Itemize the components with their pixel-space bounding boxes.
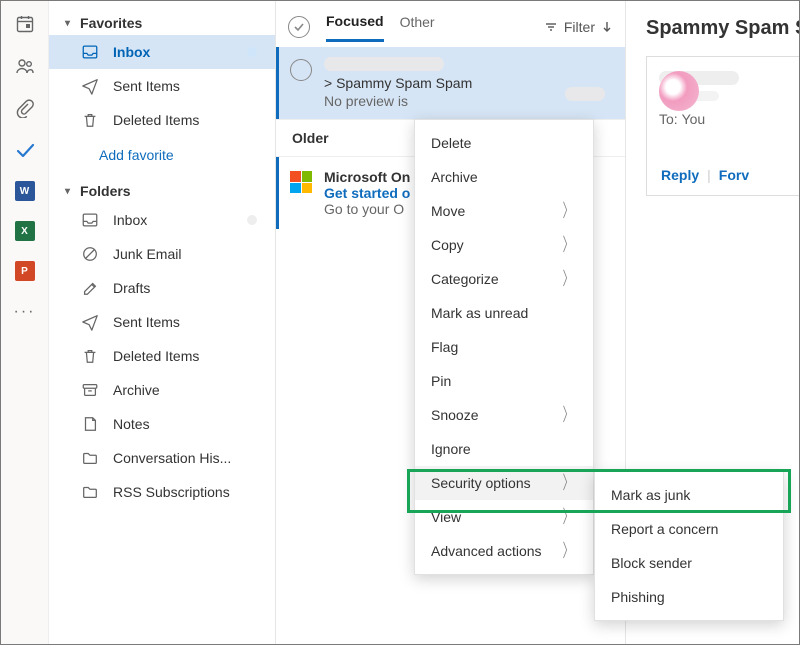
attach-icon[interactable] (14, 97, 36, 119)
folders-header[interactable]: ▾ Folders (49, 177, 275, 203)
favorites-deleted[interactable]: Deleted Items (49, 103, 275, 137)
chevron-down-icon: ▾ (65, 186, 70, 197)
folder-notes[interactable]: Notes (49, 407, 275, 441)
nav-label: Sent Items (113, 314, 180, 330)
message-list-header: Focused Other Filter (276, 1, 625, 47)
unread-dot (247, 215, 257, 225)
nav-label: Sent Items (113, 78, 180, 94)
filter-button[interactable]: Filter (544, 19, 613, 35)
add-favorite-link[interactable]: Add favorite (49, 137, 275, 177)
folder-deleted[interactable]: Deleted Items (49, 339, 275, 373)
recipient-line: To: You (659, 111, 799, 127)
sent-icon (81, 77, 99, 95)
sender-placeholder (324, 57, 444, 71)
unread-dot (247, 47, 257, 57)
select-message-toggle[interactable] (290, 59, 312, 81)
folder-archive[interactable]: Archive (49, 373, 275, 407)
sent-icon (81, 313, 99, 331)
drafts-icon (81, 279, 99, 297)
nav-label: Inbox (113, 212, 147, 228)
trash-icon (81, 111, 99, 129)
nav-label: Conversation His... (113, 450, 231, 466)
folder-conversation-history[interactable]: Conversation His... (49, 441, 275, 475)
ctx-pin[interactable]: Pin (415, 364, 593, 398)
powerpoint-icon[interactable]: P (15, 261, 35, 281)
ctx-view[interactable]: View〉 (415, 500, 593, 534)
folder-rss[interactable]: RSS Subscriptions (49, 475, 275, 509)
sub-report-concern[interactable]: Report a concern (595, 512, 783, 546)
todo-icon[interactable] (14, 139, 36, 161)
reply-button[interactable]: Reply (661, 167, 699, 183)
message-row-selected[interactable]: > Spammy Spam Spam No preview is (276, 47, 625, 119)
notes-icon (81, 415, 99, 433)
inbox-icon (81, 43, 99, 61)
chevron-down-icon: ▾ (65, 18, 70, 29)
folders-label: Folders (80, 183, 131, 199)
people-icon[interactable] (14, 55, 36, 77)
archive-icon (81, 381, 99, 399)
nav-label: RSS Subscriptions (113, 484, 230, 500)
inbox-icon (81, 211, 99, 229)
nav-label: Archive (113, 382, 160, 398)
app-rail: W X P ··· (1, 1, 49, 644)
outlook-window: W X P ··· ▾ Favorites Inbox Sent Items (0, 0, 800, 645)
ctx-move[interactable]: Move〉 (415, 194, 593, 228)
favorites-sent[interactable]: Sent Items (49, 69, 275, 103)
ctx-ignore[interactable]: Ignore (415, 432, 593, 466)
sender-avatar (659, 71, 699, 111)
ctx-snooze[interactable]: Snooze〉 (415, 398, 593, 432)
junk-icon (81, 245, 99, 263)
microsoft-logo-icon (290, 171, 312, 193)
message-header-card: To: You Reply | Forv (646, 56, 799, 196)
sub-block-sender[interactable]: Block sender (595, 546, 783, 580)
nav-label: Inbox (113, 44, 150, 60)
folder-icon (81, 483, 99, 501)
filter-icon (544, 20, 558, 34)
nav-label: Deleted Items (113, 348, 199, 364)
ctx-advanced-actions[interactable]: Advanced actions〉 (415, 534, 593, 568)
nav-label: Notes (113, 416, 150, 432)
folder-drafts[interactable]: Drafts (49, 271, 275, 305)
attachment-placeholder (565, 87, 605, 101)
ctx-flag[interactable]: Flag (415, 330, 593, 364)
folder-icon (81, 449, 99, 467)
folder-junk[interactable]: Junk Email (49, 237, 275, 271)
tab-other[interactable]: Other (400, 14, 435, 40)
favorites-inbox[interactable]: Inbox (49, 35, 275, 69)
more-apps-icon[interactable]: ··· (14, 301, 36, 323)
folder-inbox[interactable]: Inbox (49, 203, 275, 237)
trash-icon (81, 347, 99, 365)
favorites-header[interactable]: ▾ Favorites (49, 9, 275, 35)
calendar-icon[interactable] (14, 13, 36, 35)
tab-focused[interactable]: Focused (326, 13, 384, 42)
nav-label: Drafts (113, 280, 150, 296)
forward-button[interactable]: Forv (719, 167, 749, 183)
sub-mark-as-junk[interactable]: Mark as junk (595, 478, 783, 512)
nav-label: Junk Email (113, 246, 181, 262)
word-icon[interactable]: W (15, 181, 35, 201)
ctx-copy[interactable]: Copy〉 (415, 228, 593, 262)
favorites-label: Favorites (80, 15, 142, 31)
reading-subject: Spammy Spam S (626, 1, 799, 56)
sub-phishing[interactable]: Phishing (595, 580, 783, 614)
ctx-archive[interactable]: Archive (415, 160, 593, 194)
excel-icon[interactable]: X (15, 221, 35, 241)
ctx-mark-unread[interactable]: Mark as unread (415, 296, 593, 330)
ctx-security-options[interactable]: Security options〉 (415, 466, 593, 500)
ctx-categorize[interactable]: Categorize〉 (415, 262, 593, 296)
nav-label: Deleted Items (113, 112, 199, 128)
sort-icon (601, 20, 613, 34)
ctx-delete[interactable]: Delete (415, 126, 593, 160)
context-menu: Delete Archive Move〉 Copy〉 Categorize〉 M… (414, 119, 594, 575)
folder-sent[interactable]: Sent Items (49, 305, 275, 339)
folder-sidebar: ▾ Favorites Inbox Sent Items Deleted Ite… (49, 1, 275, 644)
select-all-toggle[interactable] (288, 16, 310, 38)
security-submenu: Mark as junk Report a concern Block send… (594, 471, 784, 621)
